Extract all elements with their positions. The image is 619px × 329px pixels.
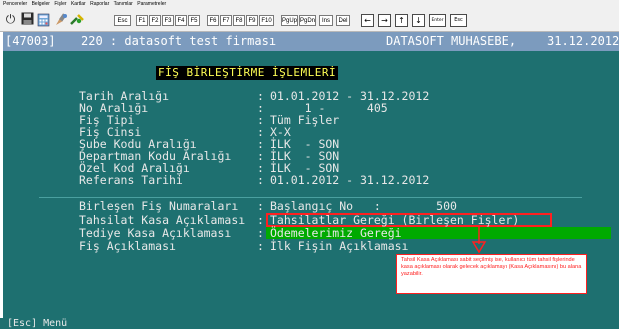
- arrow-left-button[interactable]: ←: [361, 14, 374, 27]
- pgdn-key-button[interactable]: PgDn: [299, 15, 316, 26]
- pgup-key-button[interactable]: PgUp: [281, 15, 298, 26]
- f6-key-button[interactable]: F6: [207, 15, 219, 26]
- field-label-birlesen: Birleşen Fiş Numaraları: [79, 199, 239, 213]
- field-label-tahsilat: Tahsilat Kasa Açıklaması: [79, 213, 246, 227]
- field-value-referans[interactable]: 01.01.2012 - 31.12.2012: [270, 174, 429, 186]
- menu-belgeler[interactable]: Belgeler: [32, 1, 50, 7]
- f7-key-button[interactable]: F7: [220, 15, 232, 26]
- title-bar: [47003] 220 : datasoft test firması DATA…: [3, 32, 619, 51]
- field-label-tediye: Tediye Kasa Açıklaması: [79, 226, 232, 240]
- page-title: FİŞ BİRLEŞTİRME İŞLEMLERİ: [156, 66, 339, 80]
- f8-key-button[interactable]: F8: [233, 15, 245, 26]
- esc-button[interactable]: Esc: [450, 14, 467, 27]
- disk-icon[interactable]: [20, 12, 35, 27]
- divider: [39, 197, 582, 198]
- f9-key-button[interactable]: F9: [246, 15, 258, 26]
- f2-key-button[interactable]: F2: [149, 15, 161, 26]
- company-code: [47003]: [5, 34, 56, 48]
- tools-icon[interactable]: [70, 12, 85, 27]
- paint-icon[interactable]: [54, 12, 69, 27]
- menu-bar: Pencereler Belgeler Fişler Kartlar Rapor…: [0, 0, 619, 9]
- field-value-tahsilat[interactable]: Tahsilatlar Gereği (Birleşen Fişler): [270, 214, 519, 226]
- work-date: 31.12.2012: [547, 34, 619, 48]
- menu-fisler[interactable]: Fişler: [54, 1, 66, 7]
- company-name: 220 : datasoft test firması: [81, 34, 277, 48]
- menu-pencereler[interactable]: Pencereler: [3, 1, 27, 7]
- field-value-birlesen[interactable]: Başlangıç No : 500: [270, 200, 457, 212]
- status-bar: [Esc] Menü: [0, 318, 619, 329]
- arrow-down-button[interactable]: ↓: [412, 14, 425, 27]
- menu-kartlar[interactable]: Kartlar: [71, 1, 86, 7]
- esc-key-button[interactable]: Esc: [114, 15, 131, 26]
- annotation-callout: Tahsil Kasa Açıklaması sabit seçilmiş is…: [396, 254, 587, 294]
- f1-key-button[interactable]: F1: [136, 15, 148, 26]
- menu-tanimlar[interactable]: Tanımlar: [114, 1, 133, 7]
- toolbar: ⏻ Esc F1 F2 F3 F4 F5 F6 F7 F8 F9 F10 PgU…: [0, 9, 619, 32]
- annotation-arrow-icon: [471, 227, 487, 254]
- power-icon[interactable]: ⏻: [3, 12, 18, 27]
- f10-key-button[interactable]: F10: [259, 15, 274, 26]
- del-key-button[interactable]: Del: [336, 15, 350, 26]
- f4-key-button[interactable]: F4: [175, 15, 187, 26]
- menu-raporlar[interactable]: Raporlar: [90, 1, 109, 7]
- f5-key-button[interactable]: F5: [188, 15, 200, 26]
- calculator-icon[interactable]: [37, 12, 52, 27]
- field-value-fis-aciklamasi[interactable]: İlk Fişin Açıklaması: [270, 240, 408, 252]
- field-label-referans: Referans Tarihi: [79, 173, 183, 187]
- field-label-fis-aciklamasi: Fiş Açıklaması: [79, 239, 176, 253]
- arrow-up-button[interactable]: ↑: [395, 14, 408, 27]
- enter-button[interactable]: Enter: [429, 14, 446, 27]
- esc-menu-hint[interactable]: [Esc] Menü: [7, 318, 67, 329]
- field-value-tediye[interactable]: Ödemelerimiz Gereği: [270, 227, 402, 239]
- arrow-right-button[interactable]: →: [378, 14, 391, 27]
- f3-key-button[interactable]: F3: [162, 15, 174, 26]
- ins-key-button[interactable]: Ins: [319, 15, 333, 26]
- menu-parametreler[interactable]: Parametreler: [137, 1, 166, 7]
- product-name: DATASOFT MUHASEBE,: [386, 34, 517, 48]
- terminal-screen: [47003] 220 : datasoft test firması DATA…: [3, 32, 619, 329]
